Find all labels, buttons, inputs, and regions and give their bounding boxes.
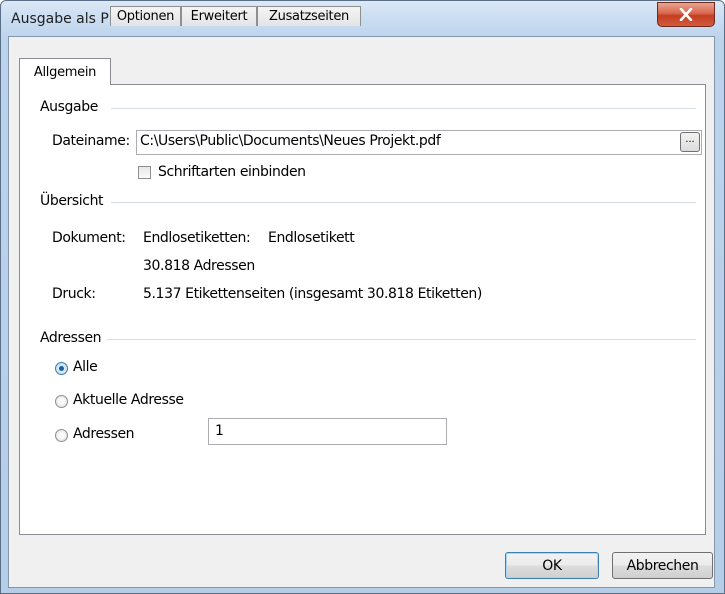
address-range-field[interactable]: 1 (208, 418, 447, 445)
browse-button[interactable]: ... (680, 132, 700, 152)
embed-fonts-checkbox[interactable] (138, 166, 151, 179)
ok-button[interactable]: OK (505, 552, 599, 579)
group-label-uebersicht: Übersicht (40, 193, 104, 209)
radio-alle-label[interactable]: Alle (73, 359, 98, 375)
ok-label: OK (542, 557, 562, 574)
tab-label: Erweitert (190, 9, 248, 24)
dokument-label: Dokument: (52, 230, 126, 246)
radio-alle[interactable] (55, 362, 68, 375)
tab-label: Zusatzseiten (269, 9, 349, 24)
group-label-adressen: Adressen (40, 330, 102, 346)
group-label-ausgabe: Ausgabe (40, 99, 98, 115)
druck-value: 5.137 Etikettenseiten (insgesamt 30.818 … (143, 286, 482, 302)
tab-zusatzseiten[interactable]: Zusatzseiten (257, 6, 361, 26)
group-divider (111, 202, 696, 203)
radio-adressen-label[interactable]: Adressen (73, 426, 135, 442)
dokument-name: Endlosetikett (268, 230, 355, 246)
filename-label: Dateiname: (52, 133, 130, 149)
address-range-value: 1 (215, 423, 224, 439)
filename-value: C:\Users\Public\Documents\Neues Projekt.… (140, 133, 441, 149)
radio-aktuelle-adresse-label[interactable]: Aktuelle Adresse (73, 392, 184, 408)
tab-label: Allgemein (33, 64, 97, 80)
group-divider (111, 108, 696, 109)
ellipsis-icon: ... (685, 133, 695, 145)
group-divider (107, 339, 696, 340)
druck-label: Druck: (52, 286, 96, 302)
embed-fonts-label[interactable]: Schriftarten einbinden (158, 164, 306, 180)
dokument-count: 30.818 Adressen (143, 258, 255, 274)
tab-erweitert[interactable]: Erweitert (181, 6, 257, 26)
dokument-type: Endlosetiketten: (143, 230, 251, 246)
cancel-button[interactable]: Abbrechen (612, 552, 713, 579)
tab-optionen[interactable]: Optionen (110, 6, 181, 26)
radio-adressen[interactable] (55, 429, 68, 442)
cancel-label: Abbrechen (626, 557, 699, 574)
tab-allgemein[interactable]: Allgemein (19, 58, 111, 85)
tab-label: Optionen (116, 9, 175, 24)
close-button[interactable] (657, 2, 715, 27)
radio-dot (59, 366, 64, 371)
radio-aktuelle-adresse[interactable] (55, 395, 68, 408)
filename-field[interactable]: C:\Users\Public\Documents\Neues Projekt.… (136, 130, 702, 155)
